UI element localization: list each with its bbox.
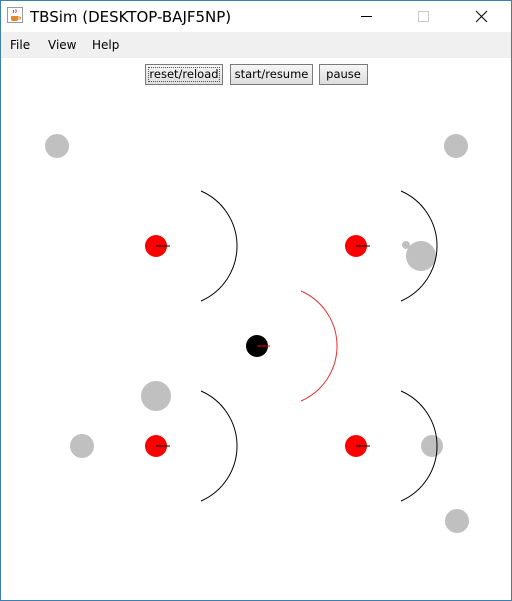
simulation-canvas[interactable]: reset/reload start/resume pause: [1, 58, 511, 600]
obstacle: [445, 509, 469, 533]
maximize-icon: [418, 11, 429, 22]
menu-bar: File View Help: [1, 32, 511, 58]
obstacle: [70, 434, 94, 458]
reset-reload-label: reset/reload: [149, 67, 219, 81]
maximize-button[interactable]: [400, 1, 446, 32]
simulation-field: [45, 134, 469, 533]
java-cup-icon: [7, 7, 23, 23]
minimize-icon: [361, 16, 372, 17]
title-bar: TBSim (DESKTOP-BAJF5NP): [1, 1, 511, 32]
obstacle: [406, 241, 436, 271]
menu-help[interactable]: Help: [92, 38, 119, 52]
obstacle: [421, 435, 443, 457]
obstacle: [141, 381, 171, 411]
sensor-arc: [200, 190, 238, 302]
app-window: TBSim (DESKTOP-BAJF5NP) File View Help r…: [0, 0, 512, 601]
start-resume-label: start/resume: [234, 67, 309, 81]
start-resume-button[interactable]: start/resume: [230, 64, 313, 85]
window-title: TBSim (DESKTOP-BAJF5NP): [30, 8, 232, 26]
pause-label: pause: [326, 67, 361, 81]
menu-view[interactable]: View: [48, 38, 76, 52]
sensor-arc: [200, 390, 238, 502]
close-icon: [475, 10, 488, 23]
reset-reload-button[interactable]: reset/reload: [145, 64, 223, 85]
obstacle: [45, 134, 69, 158]
minimize-button[interactable]: [344, 1, 390, 32]
sensor-arc-active: [300, 290, 338, 402]
pause-button[interactable]: pause: [319, 64, 368, 85]
close-button[interactable]: [458, 1, 504, 32]
menu-file[interactable]: File: [10, 38, 30, 52]
obstacle: [402, 241, 410, 249]
obstacle: [444, 134, 468, 158]
